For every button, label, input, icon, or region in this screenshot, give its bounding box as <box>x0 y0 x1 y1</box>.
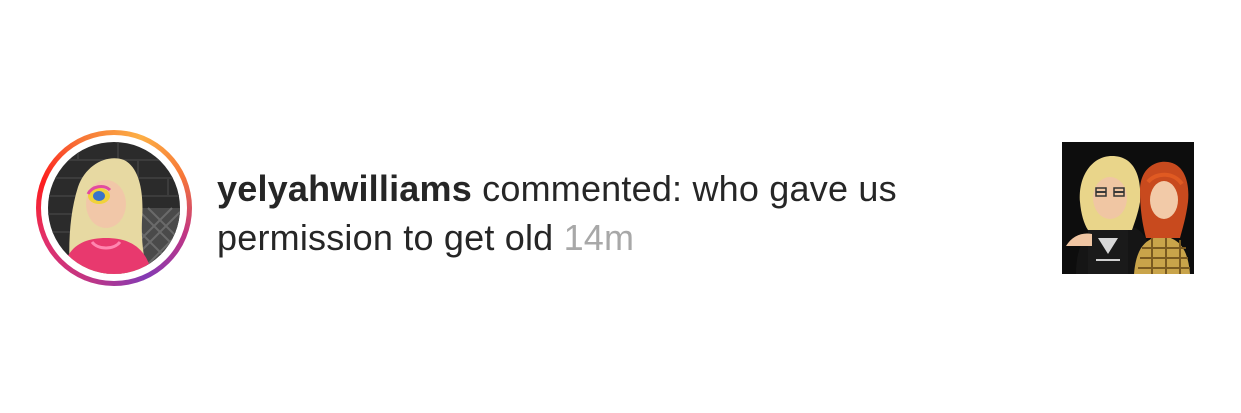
timestamp: 14m <box>563 217 635 258</box>
post-thumbnail[interactable] <box>1062 142 1194 274</box>
story-ring[interactable] <box>36 130 192 286</box>
avatar <box>41 135 187 281</box>
notification-text[interactable]: yelyahwilliams commented: who gave us pe… <box>217 164 1037 262</box>
action-text: commented: <box>471 168 693 209</box>
profile-picture[interactable] <box>48 142 180 274</box>
username-link[interactable]: yelyahwilliams <box>217 168 472 209</box>
activity-notification[interactable]: yelyahwilliams commented: who gave us pe… <box>0 0 1241 413</box>
